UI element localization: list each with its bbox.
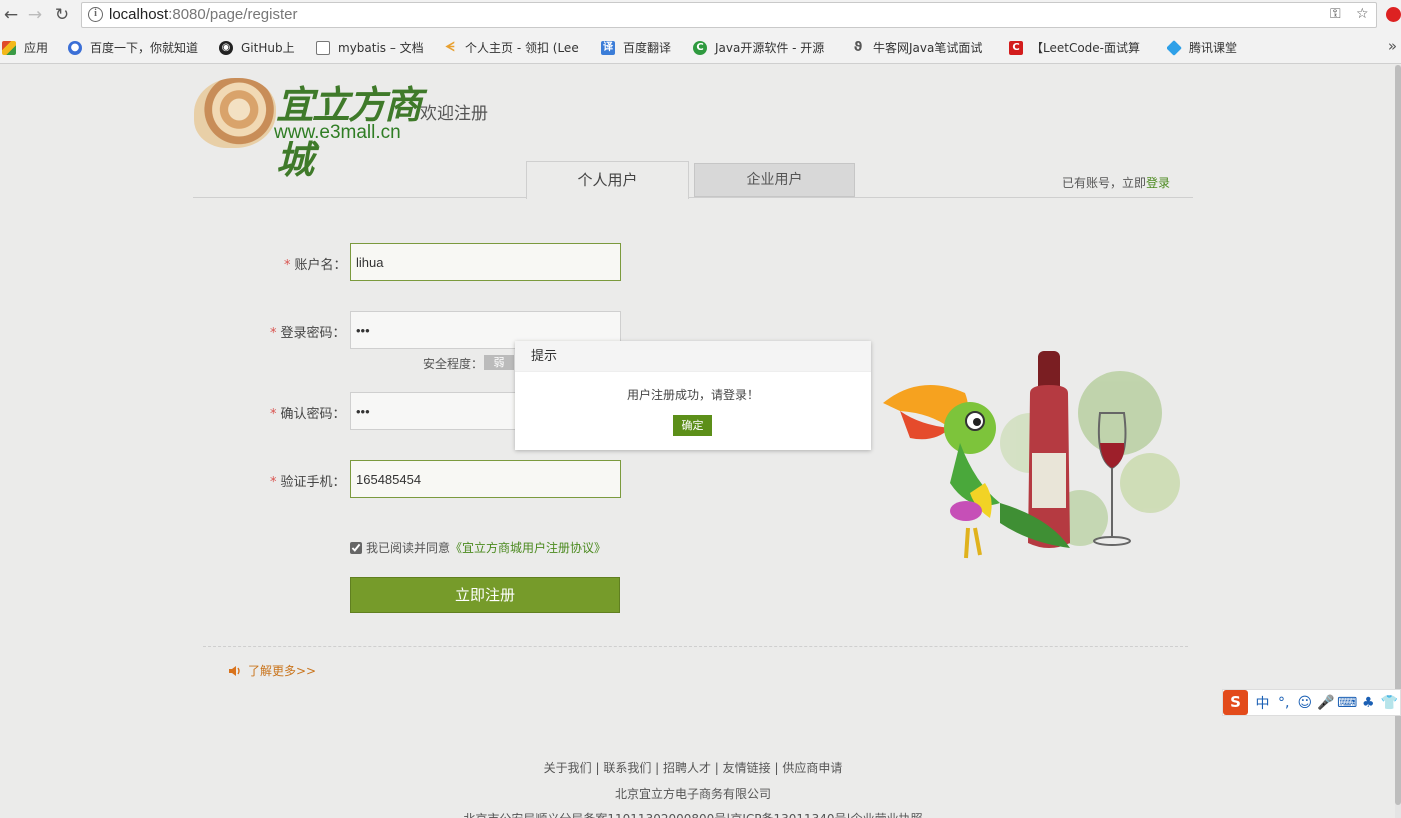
tab-personal-user[interactable]: 个人用户 — [526, 161, 689, 199]
tab-company-user[interactable]: 企业用户 — [694, 163, 855, 197]
browser-toolbar: ← → ↻ i localhost:8080/page/register ⚿ ☆ — [0, 0, 1401, 31]
username-input[interactable] — [350, 243, 621, 281]
star-icon[interactable]: ☆ — [1356, 6, 1369, 22]
nautilus-shell-icon — [194, 78, 276, 148]
ime-toolbar: S 中 °, ☺ 🎤 ⌨ ♣ 👕 — [1222, 689, 1401, 716]
logo-url: www.e3mall.cn — [274, 122, 401, 143]
agreement-text: 我已阅读并同意 — [366, 541, 451, 555]
bookmark-label: 牛客网Java笔试面试 — [873, 41, 983, 55]
bookmark-label: 应用 — [24, 41, 49, 55]
csdn-icon: C — [1009, 40, 1023, 55]
register-button[interactable]: 立即注册 — [350, 577, 620, 613]
login-hint: 已有账号，立即登录 — [1062, 174, 1170, 191]
bookmark-label: 【LeetCode-面试算 — [1031, 41, 1140, 55]
bookmark-github[interactable]: ◉ GitHub上 — [219, 39, 309, 56]
info-icon[interactable]: i — [88, 7, 103, 22]
agreement-link[interactable]: 《宜立方商城用户注册协议》 — [450, 539, 606, 556]
bookmark-oschina[interactable]: C Java开源软件 - 开源 — [693, 39, 833, 56]
bookmark-label: 个人主页 - 领扣 (Lee — [465, 41, 579, 55]
bookmark-nowcoder[interactable]: ϑ 牛客网Java笔试面试 — [851, 39, 991, 56]
confirm-password-label: * 确认密码： — [270, 407, 346, 422]
ime-skin-icon[interactable]: 👕 — [1379, 695, 1400, 711]
leetcode-icon: ᗕ — [445, 39, 455, 55]
bookmark-label: 百度一下，你就知道 — [90, 41, 199, 55]
ime-chinese-mode[interactable]: 中 — [1252, 693, 1273, 713]
bookmark-csdn[interactable]: C 【LeetCode-面试算 — [1009, 39, 1147, 56]
footer-icp: 北京市公安局顺义分局备案11011302000800号|京ICP备1301134… — [0, 810, 1386, 818]
reload-icon[interactable]: ↻ — [51, 4, 73, 26]
ime-emoji-icon[interactable]: ☺ — [1294, 695, 1315, 711]
agreement-row: 我已阅读并同意 《宜立方商城用户注册协议》 — [350, 539, 606, 556]
strength-indicator: 弱 — [484, 355, 514, 370]
dialog-title: 提示 — [515, 341, 871, 372]
dialog-ok-button[interactable]: 确定 — [673, 415, 712, 436]
ime-punctuation-icon[interactable]: °, — [1273, 695, 1294, 711]
tencent-classroom-icon — [1167, 39, 1182, 56]
footer-company: 北京宜立方电子商务有限公司 — [614, 787, 771, 801]
translate-icon: 译 — [601, 40, 615, 55]
extension-icon[interactable] — [1386, 7, 1401, 22]
baidu-paw-icon: ● — [68, 40, 82, 55]
bookmark-label: 百度翻译 — [623, 41, 672, 55]
parrot-wine-illustration — [883, 351, 1180, 559]
apps-grid-icon — [2, 40, 16, 55]
bookmarks-bar: 应用 ● 百度一下，你就知道 ◉ GitHub上 mybatis – 文档 ᗕ … — [0, 31, 1401, 64]
document-icon — [316, 40, 330, 55]
more-bookmarks-icon[interactable]: » — [1388, 37, 1397, 55]
bookmark-label: mybatis – 文档 — [338, 41, 424, 55]
bookmark-tencent[interactable]: 腾讯课堂 — [1167, 39, 1247, 56]
login-link[interactable]: 登录 — [1146, 176, 1170, 190]
back-icon[interactable]: ← — [0, 4, 22, 26]
forward-icon[interactable]: → — [24, 4, 46, 26]
footer-links[interactable]: 关于我们 | 联系我们 | 招聘人才 | 友情链接 | 供应商申请 — [0, 759, 1386, 776]
nowcoder-icon: ϑ — [853, 39, 863, 55]
ime-keyboard-icon[interactable]: ⌨ — [1337, 695, 1358, 711]
bookmark-label: 腾讯课堂 — [1189, 41, 1238, 55]
github-icon: ◉ — [219, 40, 233, 55]
site-logo[interactable]: 宜立方商城 www.e3mall.cn — [194, 72, 422, 182]
dialog-message: 用户注册成功，请登录！ — [626, 388, 759, 402]
bookmark-label: GitHub上 — [241, 41, 295, 55]
login-hint-text: 已有账号，立即 — [1062, 176, 1147, 190]
bookmark-baidu[interactable]: ● 百度一下，你就知道 — [68, 39, 208, 56]
url-text[interactable]: localhost:8080/page/register — [109, 6, 297, 23]
phone-label: * 验证手机： — [270, 475, 346, 490]
strength-label: 安全程度： — [423, 357, 484, 371]
address-bar[interactable]: i localhost:8080/page/register ⚿ ☆ — [81, 2, 1377, 28]
username-label: * 账户名： — [284, 258, 347, 273]
password-label: * 登录密码： — [270, 326, 346, 341]
phone-input[interactable] — [350, 460, 621, 498]
ime-tools-icon[interactable]: ♣ — [1358, 695, 1379, 711]
bookmark-leetcode[interactable]: ᗕ 个人主页 - 领扣 (Lee — [443, 39, 583, 56]
learn-more-text: 了解更多>> — [248, 664, 317, 678]
agreement-checkbox[interactable] — [350, 541, 362, 554]
bookmark-apps[interactable]: 应用 — [2, 39, 62, 56]
bookmark-label: Java开源软件 - 开源 — [715, 41, 825, 55]
ime-microphone-icon[interactable]: 🎤 — [1315, 695, 1336, 711]
welcome-text: 欢迎注册 — [420, 104, 488, 124]
key-icon[interactable]: ⚿ — [1330, 6, 1341, 22]
tab-divider — [193, 197, 1193, 198]
section-divider — [203, 646, 1188, 647]
bookmark-mybatis[interactable]: mybatis – 文档 — [316, 39, 428, 56]
learn-more-link[interactable]: 了解更多>> — [228, 662, 316, 679]
bookmark-translate[interactable]: 译 百度翻译 — [601, 39, 681, 56]
speaker-icon — [229, 665, 240, 676]
sogou-logo-icon[interactable]: S — [1223, 690, 1248, 715]
oschina-icon: C — [693, 40, 707, 55]
